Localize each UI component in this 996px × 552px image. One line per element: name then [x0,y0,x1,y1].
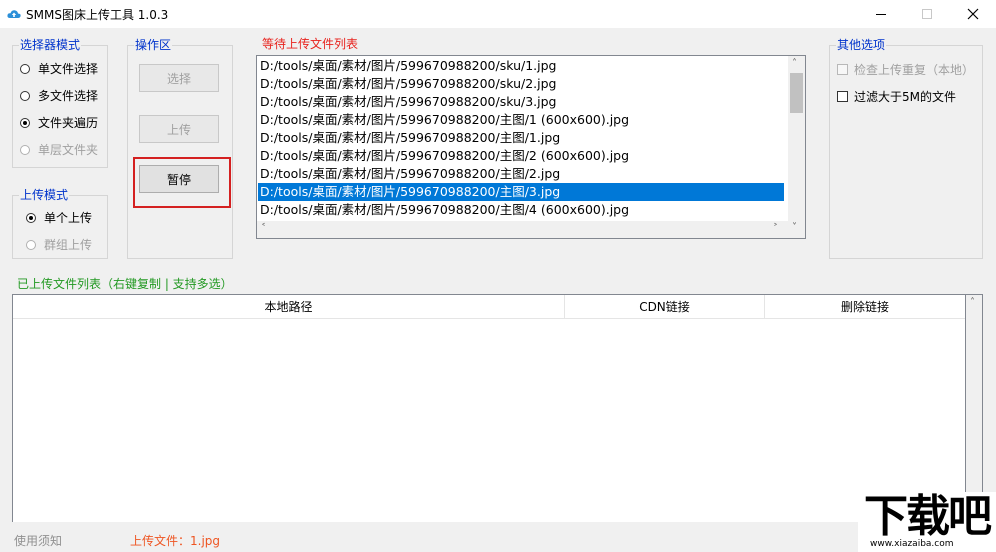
operations-title: 操作区 [134,38,173,52]
uploaded-file-table[interactable]: 本地路径 CDN链接 删除链接 [12,294,966,522]
radio-dot [26,239,36,250]
vertical-scrollbar[interactable]: ˄ ˅ [788,56,805,238]
radio-multi-file[interactable]: 多文件选择 [20,87,98,104]
radio-single-file[interactable]: 单文件选择 [20,60,98,77]
radio-label: 群组上传 [44,238,93,252]
checkbox-box [837,91,848,102]
scroll-left-icon[interactable]: ˂ [261,224,266,234]
pending-file-list[interactable]: D:/tools/桌面/素材/图片/599670988200/sku/1.jpg… [256,55,806,239]
list-item[interactable]: D:/tools/桌面/素材/图片/599670988200/主图/1 (600… [258,111,784,129]
radio-dot [20,63,30,74]
radio-dot [20,144,30,155]
radio-single-upload[interactable]: 单个上传 [26,209,92,226]
radio-label: 单层文件夹 [38,143,99,157]
minimize-icon [876,14,886,15]
column-header-local-path[interactable]: 本地路径 [13,295,565,319]
check-duplicate-checkbox[interactable]: 检查上传重复（本地） [837,61,974,78]
radio-single-level-folder[interactable]: 单层文件夹 [20,141,98,158]
selector-mode-title: 选择器模式 [19,38,82,52]
table-vertical-scrollbar[interactable]: ˄ [966,294,983,522]
scrollbar-thumb[interactable] [790,73,803,113]
list-item[interactable]: D:/tools/桌面/素材/图片/599670988200/sku/1.jpg [258,57,784,75]
select-button[interactable]: 选择 [139,64,219,92]
radio-label: 单个上传 [44,211,93,225]
pending-title: 等待上传文件列表 [261,37,360,51]
radio-label: 多文件选择 [38,89,99,103]
upload-status-text: 上传文件：1.jpg [130,534,221,548]
upload-mode-title: 上传模式 [19,188,70,202]
title-bar: SMMS图床上传工具 1.0.3 [0,0,996,28]
close-icon [967,8,979,20]
checkbox-label: 检查上传重复（本地） [854,63,975,77]
maximize-icon [922,9,932,19]
watermark-url: www.xiazaiba.com [870,539,954,549]
scroll-right-icon[interactable]: ˃ [773,224,778,234]
radio-dot [20,90,30,101]
window-title: SMMS图床上传工具 1.0.3 [26,8,169,22]
list-item[interactable]: D:/tools/桌面/素材/图片/599670988200/sku/2.jpg [258,75,784,93]
cloud-upload-icon [7,10,21,18]
watermark-text: 下载吧 [864,491,992,542]
list-item[interactable]: D:/tools/桌面/素材/图片/599670988200/主图/2.jpg [258,165,784,183]
list-item[interactable]: D:/tools/桌面/素材/图片/599670988200/主图/2 (600… [258,147,784,165]
radio-dot-selected [20,117,30,128]
horizontal-scrollbar[interactable]: ˂ ˃ [257,221,788,238]
uploaded-title: 已上传文件列表（右键复制 | 支持多选） [17,277,233,291]
close-button[interactable] [950,0,996,28]
radio-dot-selected [26,212,36,223]
maximize-button[interactable] [904,0,950,28]
filter-5m-checkbox[interactable]: 过滤大于5M的文件 [837,88,956,105]
radio-label: 单文件选择 [38,62,99,76]
radio-folder-traverse[interactable]: 文件夹遍历 [20,114,98,131]
scroll-down-icon[interactable]: ˅ [792,223,797,233]
upload-button[interactable]: 上传 [139,115,219,143]
radio-label: 文件夹遍历 [38,116,99,130]
column-header-delete-link[interactable]: 删除链接 [765,295,965,319]
list-item[interactable]: D:/tools/桌面/素材/图片/599670988200/主图/1.jpg [258,129,784,147]
radio-group-upload[interactable]: 群组上传 [26,236,92,253]
minimize-button[interactable] [858,0,904,28]
other-options-title: 其他选项 [836,38,887,52]
usage-notice-link[interactable]: 使用须知 [14,532,62,549]
scroll-up-icon[interactable]: ˄ [970,298,975,308]
checkbox-label: 过滤大于5M的文件 [854,90,956,104]
column-header-cdn-link[interactable]: CDN链接 [565,295,765,319]
list-item[interactable]: D:/tools/桌面/素材/图片/599670988200/主图/3.jpg [258,183,784,201]
scroll-up-icon[interactable]: ˄ [792,59,797,69]
checkbox-box [837,64,848,75]
watermark-logo: 下载吧 www.xiazaiba.com [858,492,996,552]
list-item[interactable]: D:/tools/桌面/素材/图片/599670988200/sku/3.jpg [258,93,784,111]
pause-button[interactable]: 暂停 [139,165,219,193]
list-item[interactable]: D:/tools/桌面/素材/图片/599670988200/主图/4 (600… [258,201,784,219]
